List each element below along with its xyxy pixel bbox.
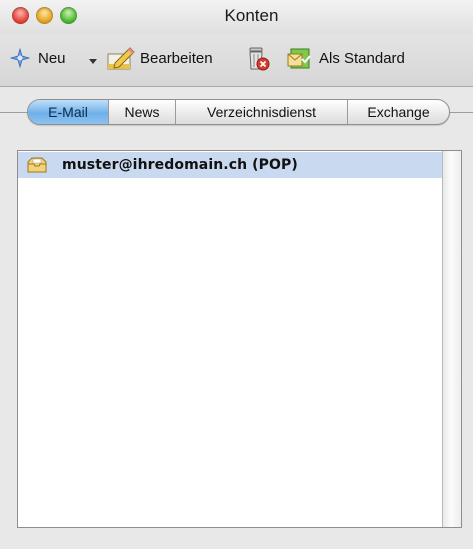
delete-button[interactable] xyxy=(246,45,270,71)
tab-news[interactable]: News xyxy=(108,100,175,124)
tab-exchange[interactable]: Exchange xyxy=(347,100,449,124)
vertical-scrollbar[interactable] xyxy=(442,151,461,527)
window-title: Konten xyxy=(224,6,279,25)
title-bar: Konten xyxy=(0,0,473,34)
set-default-button[interactable]: Als Standard xyxy=(287,46,405,70)
new-star-icon xyxy=(10,48,30,68)
tab-email[interactable]: E-Mail xyxy=(28,100,108,124)
trash-delete-icon xyxy=(246,45,270,71)
account-label: muster@ihredomain.ch (POP) xyxy=(62,157,298,173)
edit-button-label: Bearbeiten xyxy=(140,49,213,67)
account-type-tabs: E-Mail News Verzeichnisdienst Exchange xyxy=(27,99,450,125)
new-button-label: Neu xyxy=(38,49,66,67)
content-area: E-Mail News Verzeichnisdienst Exchange m… xyxy=(0,87,473,549)
new-button[interactable]: Neu xyxy=(10,46,66,70)
default-account-icon xyxy=(287,46,313,70)
chevron-down-icon xyxy=(89,59,97,64)
accounts-window: Konten Neu Bearbeiten Als Standard E-Mai… xyxy=(0,0,473,549)
edit-button[interactable]: Bearbeiten xyxy=(106,46,213,70)
account-list[interactable]: muster@ihredomain.ch (POP) xyxy=(17,150,462,528)
new-dropdown-arrow[interactable] xyxy=(88,54,98,64)
tab-directory-service[interactable]: Verzeichnisdienst xyxy=(175,100,347,124)
edit-pencil-icon xyxy=(106,45,136,71)
set-default-button-label: Als Standard xyxy=(319,49,405,67)
toolbar: Neu Bearbeiten Als Standard xyxy=(0,34,473,86)
mailbox-icon xyxy=(26,156,48,174)
list-item[interactable]: muster@ihredomain.ch (POP) xyxy=(18,152,442,178)
